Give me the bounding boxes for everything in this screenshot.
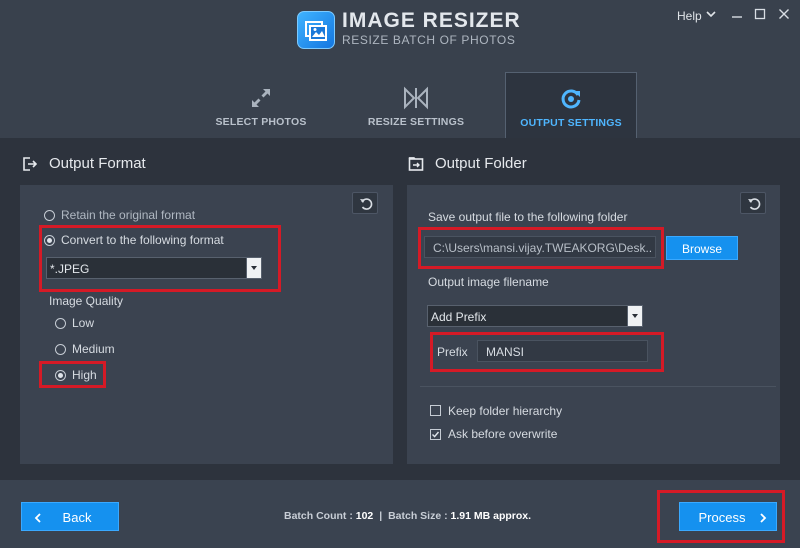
back-button-label: Back: [62, 510, 92, 525]
process-button-label: Process: [698, 510, 746, 525]
filename-label: Output image filename: [428, 275, 549, 289]
keep-hierarchy-checkbox[interactable]: [430, 405, 441, 416]
output-folder-title: Output Folder: [435, 155, 527, 172]
reset-icon: [748, 198, 761, 210]
app-subtitle: RESIZE BATCH OF PHOTOS: [342, 33, 516, 47]
checkmark-icon: [432, 431, 440, 438]
format-select[interactable]: *.JPEG: [46, 257, 262, 279]
save-folder-label: Save output file to the following folder: [428, 210, 628, 224]
expand-arrows-icon: [252, 89, 270, 107]
tab-label: OUTPUT SETTINGS: [520, 117, 622, 129]
folder-export-icon: [408, 157, 424, 171]
folder-path-input[interactable]: C:\Users\mansi.vijay.TWEAKORG\Desk...: [424, 236, 656, 258]
process-button[interactable]: Process: [679, 502, 777, 531]
reset-format-button[interactable]: [352, 192, 378, 214]
tab-label: SELECT PHOTOS: [215, 116, 307, 128]
prefix-input[interactable]: MANSI: [477, 340, 648, 362]
ask-overwrite-label[interactable]: Ask before overwrite: [448, 427, 557, 441]
tab-select-photos[interactable]: SELECT PHOTOS: [205, 72, 317, 138]
batch-info: Batch Count : 102 | Batch Size : 1.91 MB…: [284, 510, 531, 522]
quality-medium-radio[interactable]: [55, 344, 66, 355]
browse-button[interactable]: Browse: [666, 236, 738, 260]
quality-medium-label[interactable]: Medium: [72, 342, 115, 356]
output-format-title: Output Format: [49, 155, 146, 172]
app-title: IMAGE RESIZER: [342, 9, 521, 32]
quality-low-label[interactable]: Low: [72, 316, 94, 330]
quality-high-label[interactable]: High: [72, 368, 97, 382]
convert-format-label[interactable]: Convert to the following format: [61, 233, 224, 247]
dropdown-arrow-icon[interactable]: [627, 306, 642, 326]
browse-button-label: Browse: [681, 242, 722, 256]
app-logo-icon: [297, 11, 335, 49]
export-icon: [23, 157, 38, 171]
tab-label: RESIZE SETTINGS: [367, 116, 465, 128]
back-button[interactable]: Back: [21, 502, 119, 531]
dropdown-arrow-icon[interactable]: [246, 258, 261, 278]
batch-size-label: Batch Size :: [388, 510, 448, 522]
batch-separator: |: [379, 510, 383, 522]
batch-size-value: 1.91 MB approx.: [450, 510, 532, 522]
quality-low-radio[interactable]: [55, 318, 66, 329]
tab-output-settings[interactable]: OUTPUT SETTINGS: [505, 72, 637, 138]
reset-folder-button[interactable]: [740, 192, 766, 214]
close-icon[interactable]: [776, 6, 792, 22]
retain-format-label[interactable]: Retain the original format: [61, 208, 195, 222]
keep-hierarchy-label[interactable]: Keep folder hierarchy: [448, 404, 562, 418]
filename-mode-select[interactable]: Add Prefix: [427, 305, 643, 327]
ask-overwrite-checkbox[interactable]: [430, 429, 441, 440]
maximize-icon[interactable]: [752, 6, 768, 22]
format-select-value: *.JPEG: [50, 262, 90, 276]
quality-high-radio[interactable]: [55, 370, 66, 381]
prefix-value: MANSI: [486, 345, 525, 359]
filename-mode-value: Add Prefix: [431, 310, 487, 324]
convert-format-radio[interactable]: [44, 235, 55, 246]
image-quality-label: Image Quality: [49, 294, 124, 308]
reset-icon: [360, 198, 373, 210]
app-header: IMAGE RESIZER RESIZE BATCH OF PHOTOS Hel…: [0, 0, 800, 138]
retain-format-radio[interactable]: [44, 210, 55, 221]
batch-count-value: 102: [355, 510, 374, 522]
minimize-icon[interactable]: [729, 6, 745, 22]
resize-settings-icon: [404, 86, 428, 110]
chevron-down-icon[interactable]: [706, 10, 716, 18]
batch-count-label: Batch Count :: [284, 510, 353, 522]
prefix-label: Prefix: [437, 345, 468, 359]
divider: [420, 386, 776, 387]
chevron-right-icon: [760, 513, 767, 523]
output-settings-icon: [561, 89, 581, 109]
folder-path-value: C:\Users\mansi.vijay.TWEAKORG\Desk...: [433, 241, 651, 255]
tab-resize-settings[interactable]: RESIZE SETTINGS: [360, 72, 472, 138]
help-menu[interactable]: Help: [677, 9, 702, 23]
